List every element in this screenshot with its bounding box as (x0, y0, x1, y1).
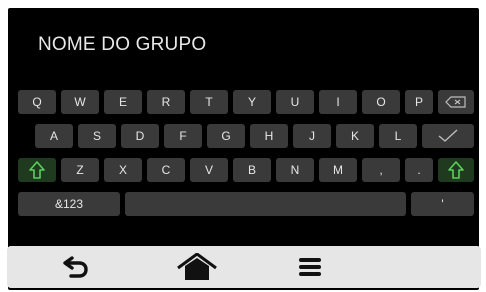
key-k[interactable]: K (336, 124, 374, 148)
menu-button[interactable] (285, 252, 335, 282)
key-r[interactable]: R (147, 90, 185, 114)
key-c[interactable]: C (147, 158, 185, 182)
shift-icon (29, 161, 45, 179)
key-s[interactable]: S (78, 124, 116, 148)
shift-icon (448, 161, 464, 179)
key-h[interactable]: H (250, 124, 288, 148)
key-b[interactable]: B (233, 158, 271, 182)
key-u[interactable]: U (276, 90, 314, 114)
key-m[interactable]: M (319, 158, 357, 182)
key-l[interactable]: L (379, 124, 417, 148)
group-name-title: NOME DO GRUPO (38, 34, 207, 55)
back-arrow-icon (63, 256, 88, 278)
key-period[interactable]: . (405, 158, 433, 182)
key-t[interactable]: T (190, 90, 228, 114)
key-x[interactable]: X (104, 158, 142, 182)
key-w[interactable]: W (61, 90, 99, 114)
key-f[interactable]: F (164, 124, 202, 148)
key-a[interactable]: A (35, 124, 73, 148)
key-d[interactable]: D (121, 124, 159, 148)
key-y[interactable]: Y (233, 90, 271, 114)
home-icon (177, 253, 217, 280)
key-g[interactable]: G (207, 124, 245, 148)
backspace-key[interactable] (438, 90, 474, 114)
key-e[interactable]: E (104, 90, 142, 114)
key-i[interactable]: I (319, 90, 357, 114)
key-v[interactable]: V (190, 158, 228, 182)
confirm-key[interactable] (422, 124, 474, 148)
key-q[interactable]: Q (18, 90, 56, 114)
key-apostrophe[interactable]: ' (411, 192, 474, 216)
back-button[interactable] (52, 252, 102, 282)
key-n[interactable]: N (276, 158, 314, 182)
home-button[interactable] (167, 252, 227, 282)
key-p[interactable]: P (405, 90, 433, 114)
space-bar[interactable] (125, 192, 406, 216)
checkmark-icon (438, 129, 458, 142)
shift-key-right[interactable] (438, 158, 474, 182)
key-z[interactable]: Z (61, 158, 99, 182)
backspace-icon (445, 96, 466, 108)
shift-key-left[interactable] (18, 158, 56, 182)
key-o[interactable]: O (362, 90, 400, 114)
key-comma[interactable]: , (362, 158, 400, 182)
key-j[interactable]: J (293, 124, 331, 148)
bottom-nav-bar (7, 246, 481, 288)
menu-icon (299, 258, 321, 276)
symbols-mode-key[interactable]: &123 (18, 192, 120, 216)
